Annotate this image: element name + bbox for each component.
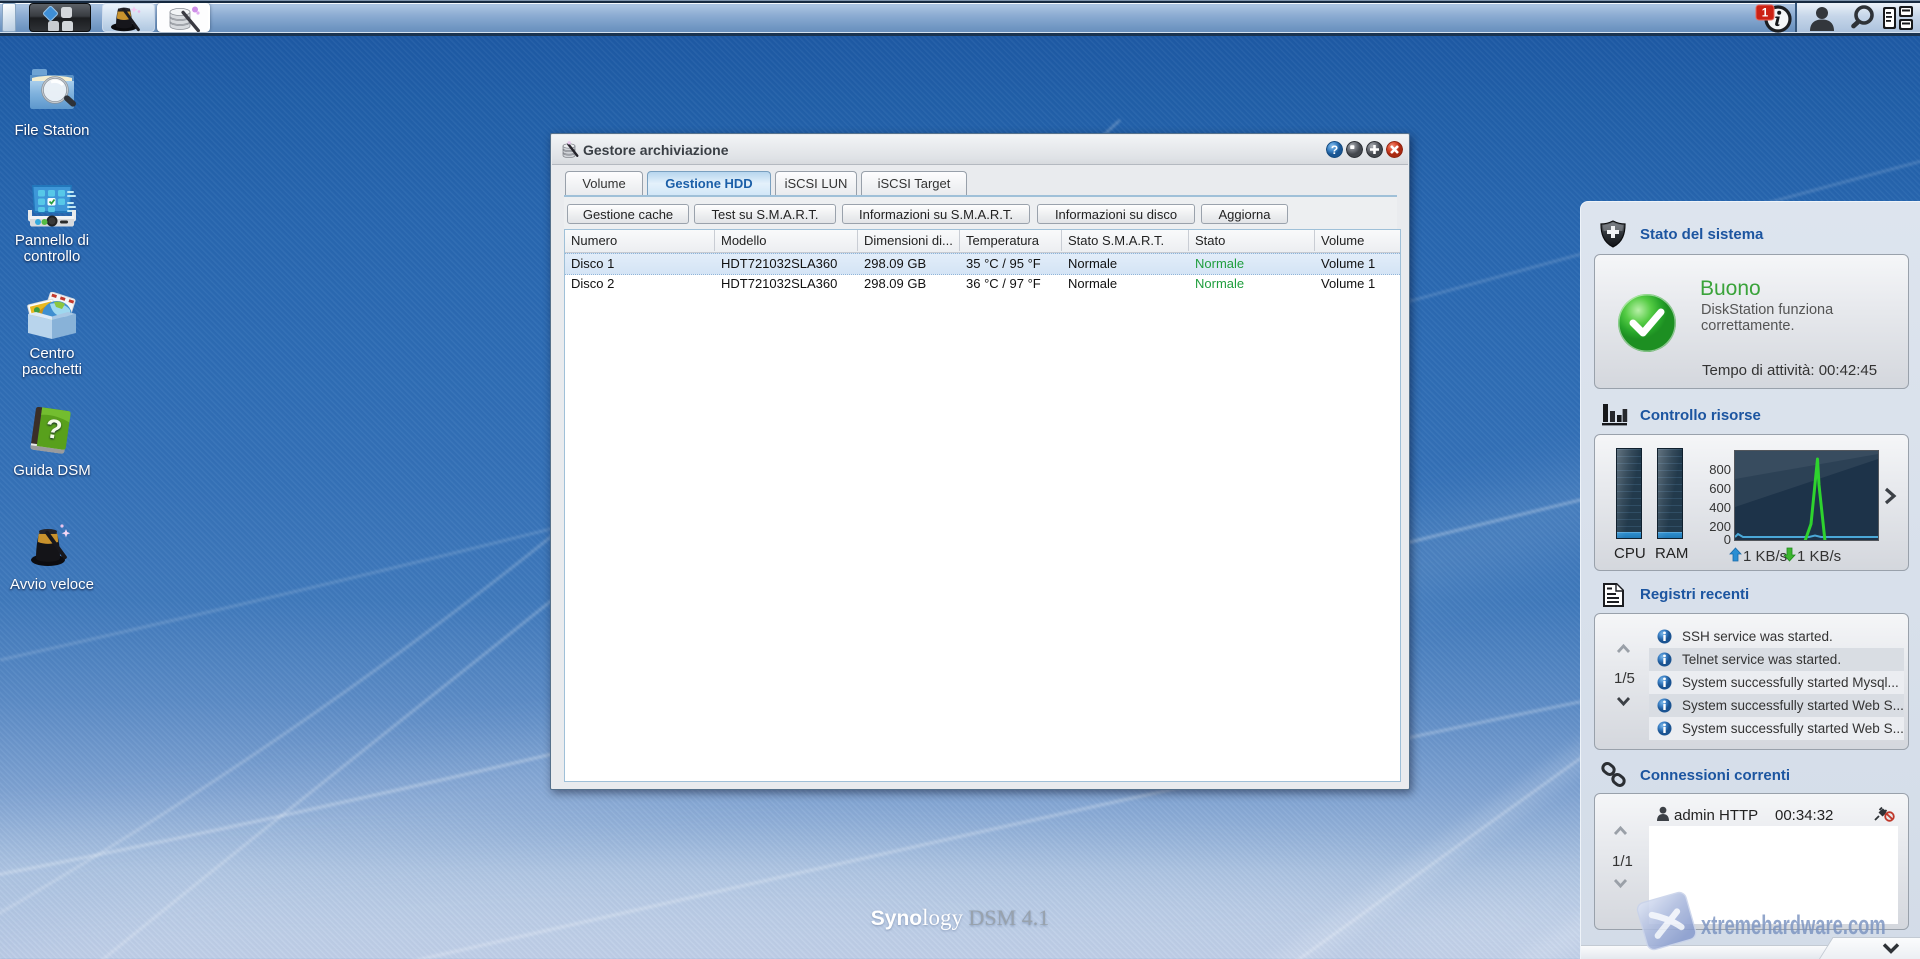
- svg-text:1: 1: [1762, 8, 1769, 20]
- svg-text:?: ?: [1331, 143, 1338, 157]
